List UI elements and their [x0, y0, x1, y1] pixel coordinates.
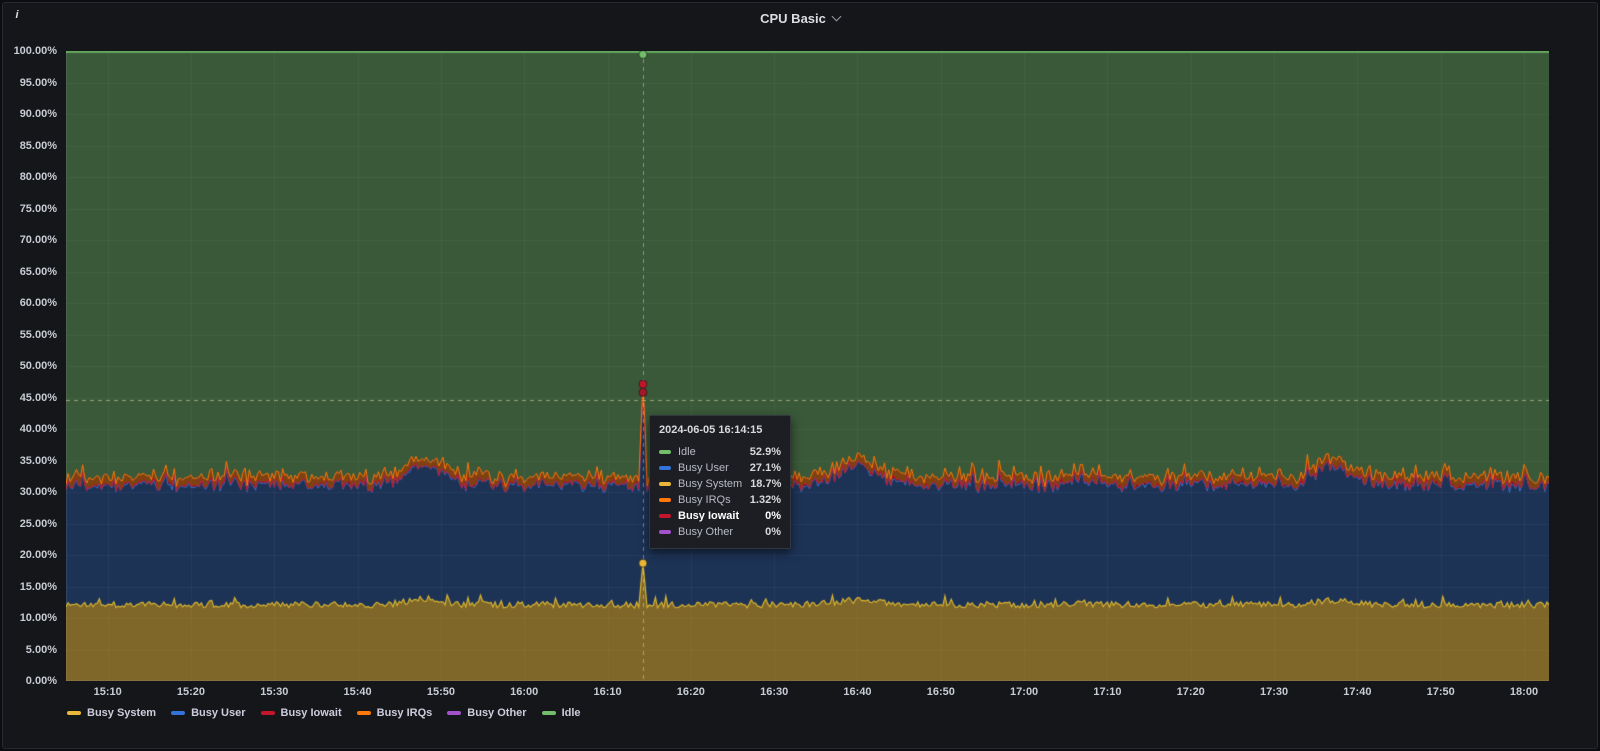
x-axis-label: 17:50	[1426, 686, 1455, 698]
tooltip-series-label: Busy Iowait	[678, 510, 740, 522]
x-axis-label: 17:30	[1259, 686, 1289, 698]
y-axis-label: 70.00%	[19, 234, 57, 246]
tooltip-series-value: 27.1%	[749, 462, 781, 474]
tooltip-series-value: 18.7%	[750, 478, 782, 490]
x-axis-label: 16:40	[843, 686, 872, 698]
y-axis-label: 5.00%	[25, 643, 57, 656]
tooltip-timestamp: 2024-06-05 16:14:15	[659, 424, 763, 436]
tooltip-series-label: Busy User	[678, 462, 729, 474]
tooltip-row-busy-system: Busy System 18.7%	[659, 476, 781, 492]
legend-label: Idle	[561, 707, 581, 719]
cpu-basic-panel: i CPU Basic 0.00% 5.00% 10.00% 15.00% 20.00%…	[2, 2, 1598, 749]
x-axis-label: 15:20	[176, 686, 206, 698]
legend-marker-busy-iowait	[260, 711, 275, 715]
x-axis-label: 15:40	[343, 686, 372, 698]
x-axis-label: 16:50	[926, 686, 955, 698]
series-marker-busy-other	[659, 530, 671, 534]
legend-item-busy-iowait[interactable]: Busy Iowait	[260, 707, 342, 719]
series-marker-busy-iowait	[659, 514, 671, 518]
y-axis-label: 50.00%	[19, 360, 57, 372]
legend-label: Busy Iowait	[280, 707, 342, 719]
x-axis-label: 17:10	[1093, 686, 1122, 698]
x-axis-label: 15:50	[426, 686, 455, 698]
x-axis-label: 16:30	[760, 686, 789, 698]
y-axis-label: 10.00%	[19, 612, 57, 624]
y-axis-label: 15.00%	[19, 580, 57, 593]
tooltip-series-value: 1.32%	[749, 494, 781, 506]
legend-item-busy-other[interactable]: Busy Other	[447, 707, 527, 719]
x-axis-label: 16:10	[593, 686, 622, 698]
tooltip-row-busy-iowait: Busy Iowait 0%	[659, 508, 781, 524]
y-axis-label: 100.00%	[13, 45, 57, 57]
panel-title: CPU Basic	[760, 10, 826, 26]
info-icon: i	[15, 9, 19, 21]
tooltip-series-value: 52.9%	[749, 446, 781, 458]
legend-item-busy-user[interactable]: Busy User	[171, 707, 246, 719]
legend-label: Busy System	[87, 707, 157, 719]
legend-label: Busy User	[191, 707, 246, 719]
y-axis-label: 75.00%	[19, 202, 57, 215]
panel-header[interactable]: CPU Basic	[3, 3, 1597, 33]
series-marker-busy-user	[659, 466, 671, 470]
y-axis-label: 35.00%	[19, 454, 57, 467]
x-axis-label: 17:20	[1176, 686, 1205, 698]
panel-info-icon[interactable]: i	[10, 8, 24, 22]
x-axis-label: 16:20	[676, 686, 705, 698]
series-marker-idle	[659, 450, 671, 454]
tooltip-row-busy-other: Busy Other 0%	[659, 524, 781, 540]
x-axis-label: 18:00	[1509, 686, 1539, 698]
x-axis: 15:10 15:20 15:30 15:40 15:50 16:00 16:10 16:20…	[66, 686, 1549, 702]
chart-canvas[interactable]	[66, 51, 1549, 681]
legend-item-idle[interactable]: Idle	[541, 707, 581, 719]
y-axis-label: 45.00%	[19, 391, 57, 404]
tooltip-row-busy-irqs: Busy IRQs 1.32%	[659, 492, 781, 508]
series-marker-busy-irqs	[659, 498, 671, 502]
y-axis-label: 40.00%	[19, 423, 57, 435]
legend-item-busy-irqs[interactable]: Busy IRQs	[356, 707, 433, 719]
y-axis-label: 80.00%	[19, 171, 57, 183]
x-axis-label: 15:30	[260, 686, 289, 698]
chevron-down-icon	[831, 11, 842, 21]
x-axis-label: 17:40	[1343, 686, 1372, 698]
legend-label: Busy Other	[467, 707, 527, 719]
chart-tooltip: 2024-06-05 16:14:15 Idle 52.9% Busy User 27…	[649, 415, 791, 549]
tooltip-row-idle: Idle 52.9%	[659, 444, 781, 460]
y-axis-label: 90.00%	[19, 108, 57, 120]
y-axis-label: 60.00%	[19, 297, 57, 309]
y-axis-label: 55.00%	[19, 328, 57, 341]
tooltip-series-value: 0%	[765, 526, 781, 538]
legend-marker-busy-user	[171, 711, 186, 715]
tooltip-series-label: Busy IRQs	[678, 494, 731, 506]
y-axis: 0.00% 5.00% 10.00% 15.00% 20.00% 25.00% 30.00%…	[3, 45, 61, 687]
tooltip-series-value: 0%	[765, 510, 781, 522]
legend-marker-busy-irqs	[356, 711, 371, 715]
y-axis-label: 20.00%	[19, 549, 57, 561]
legend-marker-idle	[541, 711, 556, 715]
y-axis-label: 85.00%	[19, 139, 57, 152]
legend: Busy System Busy User Busy Iowait Busy IRQs…	[67, 704, 581, 722]
x-axis-label: 16:00	[510, 686, 539, 698]
legend-label: Busy IRQs	[376, 707, 433, 719]
y-axis-label: 30.00%	[19, 486, 57, 498]
series-marker-busy-system	[659, 482, 671, 486]
tooltip-rows: Idle 52.9% Busy User 27.1% Busy System 18.7% B…	[659, 444, 781, 540]
y-axis-label: 25.00%	[19, 517, 57, 530]
legend-marker-busy-other	[447, 711, 462, 715]
tooltip-series-label: Busy Other	[678, 526, 734, 538]
x-axis-label: 17:00	[1010, 686, 1039, 698]
tooltip-series-label: Idle	[678, 446, 696, 458]
y-axis-label: 95.00%	[19, 76, 57, 89]
x-axis-label: 15:10	[93, 686, 122, 698]
y-axis-label: 0.00%	[25, 675, 57, 687]
tooltip-row-busy-user: Busy User 27.1%	[659, 460, 781, 476]
legend-marker-busy-system	[67, 711, 81, 715]
tooltip-series-label: Busy System	[678, 478, 743, 490]
page: { "panel": { "title": "CPU Basic", "info…	[0, 0, 1600, 751]
plot-area	[66, 51, 1549, 681]
y-axis-label: 65.00%	[19, 265, 57, 278]
legend-item-busy-system[interactable]: Busy System	[67, 707, 156, 719]
